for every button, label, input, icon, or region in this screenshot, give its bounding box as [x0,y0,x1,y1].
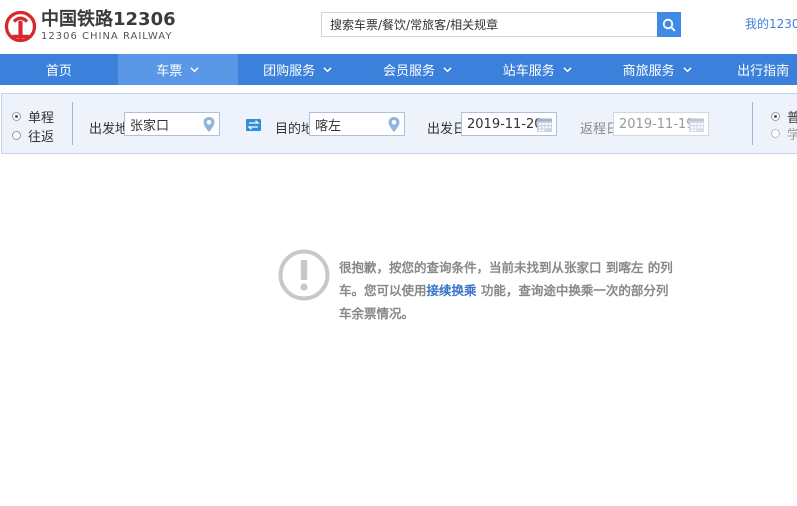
railway-logo-icon [4,10,37,42]
divider [72,102,73,145]
divider [752,102,753,145]
no-result-message: 很抱歉，按您的查询条件，当前未找到从张家口 到喀左 的列车。您可以使用接续换乘 … [339,260,673,321]
from-label: 出发地 [89,122,129,137]
calendar-icon[interactable] [688,116,705,133]
chevron-down-icon [443,67,452,73]
my-12306-link[interactable]: 我的12306 [745,15,797,32]
top-header: 中国铁路12306 12306 CHINA RAILWAY 我的12306 [0,0,797,54]
nav-group-service[interactable]: 团购服务 [238,54,358,85]
chevron-down-icon [563,67,572,73]
calendar-icon[interactable] [536,116,553,133]
nav-travel-guide[interactable]: 出行指南 [717,54,797,85]
nav-business-travel[interactable]: 商旅服务 [597,54,717,85]
from-station-field[interactable] [124,112,220,136]
depart-date-field[interactable] [461,112,557,136]
nav-home[interactable]: 首页 [0,54,118,85]
radio-unchecked[interactable] [12,131,21,140]
radio-checked[interactable] [12,112,21,121]
return-date-field[interactable] [613,112,709,136]
nav-station-service[interactable]: 站车服务 [477,54,597,85]
trip-round-option[interactable]: 往返 [12,126,54,145]
main-nav: 首页 车票 团购服务 会员服务 站车服务 商旅服务 出行指南 [0,54,797,85]
search-icon [662,18,676,32]
radio-checked[interactable] [771,112,780,121]
chevron-down-icon [683,67,692,73]
chevron-down-icon [323,67,332,73]
warning-exclamation-icon [278,249,330,301]
search-button[interactable] [657,12,681,37]
trip-one-way-option[interactable]: 单程 [12,107,54,126]
nav-member-service[interactable]: 会员服务 [358,54,478,85]
radio-unchecked[interactable] [771,129,780,138]
to-station-field[interactable] [309,112,405,136]
transfer-search-link[interactable]: 接续换乘 [427,283,477,298]
logo-subtitle: 12306 CHINA RAILWAY [41,30,173,42]
nav-tickets[interactable]: 车票 [117,54,238,85]
site-search [321,12,657,37]
logo-title: 中国铁路12306 [41,8,176,30]
location-pin-icon[interactable] [202,116,216,133]
location-pin-icon[interactable] [387,116,401,133]
search-input[interactable] [322,13,657,36]
chevron-down-icon [190,67,199,73]
ticket-type-student-option[interactable]: 学 [771,124,797,143]
ticket-query-bar: 单程 往返 出发地 目的地 出发日 [1,93,797,154]
site-logo[interactable]: 中国铁路12306 12306 CHINA RAILWAY [4,6,176,46]
swap-stations-icon[interactable] [246,119,261,131]
